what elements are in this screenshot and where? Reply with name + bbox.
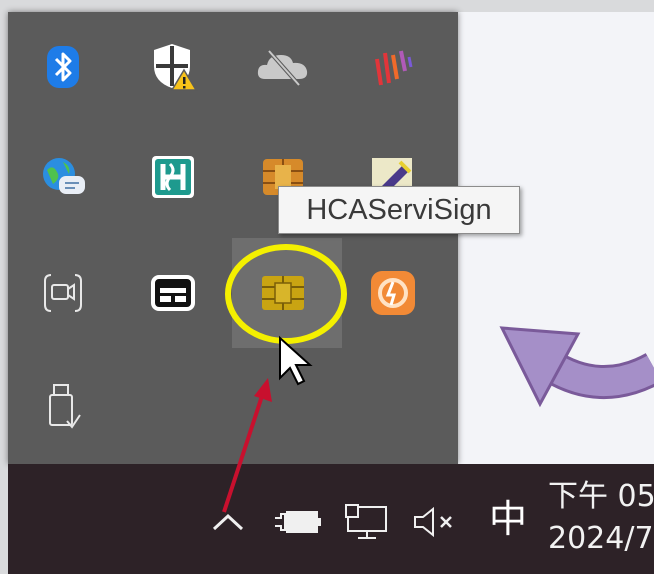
orange-app-icon[interactable] — [338, 238, 448, 348]
app-stripes-icon[interactable] — [338, 12, 448, 122]
input-method-indicator[interactable]: 中 — [478, 494, 538, 544]
tray-overflow-popup — [8, 12, 458, 464]
camera-icon[interactable] — [8, 238, 118, 348]
onedrive-offline-icon[interactable] — [228, 12, 338, 122]
bluetooth-icon[interactable] — [8, 12, 118, 122]
volume-muted-icon[interactable] — [408, 500, 460, 544]
globe-chat-icon[interactable] — [8, 122, 118, 232]
taskbar: 中 下午 05 2024/7 — [8, 464, 654, 574]
network-wired-icon[interactable] — [342, 500, 394, 544]
display-panel-icon[interactable] — [118, 238, 228, 348]
hcaservisign-chip-icon[interactable] — [228, 238, 338, 348]
bank-h-logo-icon[interactable] — [118, 122, 228, 232]
windows-security-warning-icon[interactable] — [118, 12, 228, 122]
battery-charging-icon[interactable] — [270, 500, 326, 544]
hcaservisign-tooltip: HCAServiSign — [278, 186, 520, 234]
taskbar-clock[interactable]: 下午 05 2024/7 — [548, 476, 654, 560]
clock-time: 下午 05 — [548, 479, 654, 514]
usb-eject-icon[interactable] — [8, 352, 118, 462]
show-hidden-icons-chevron-icon[interactable] — [206, 500, 250, 544]
clock-date: 2024/7 — [548, 521, 654, 556]
desktop-background — [458, 12, 654, 464]
